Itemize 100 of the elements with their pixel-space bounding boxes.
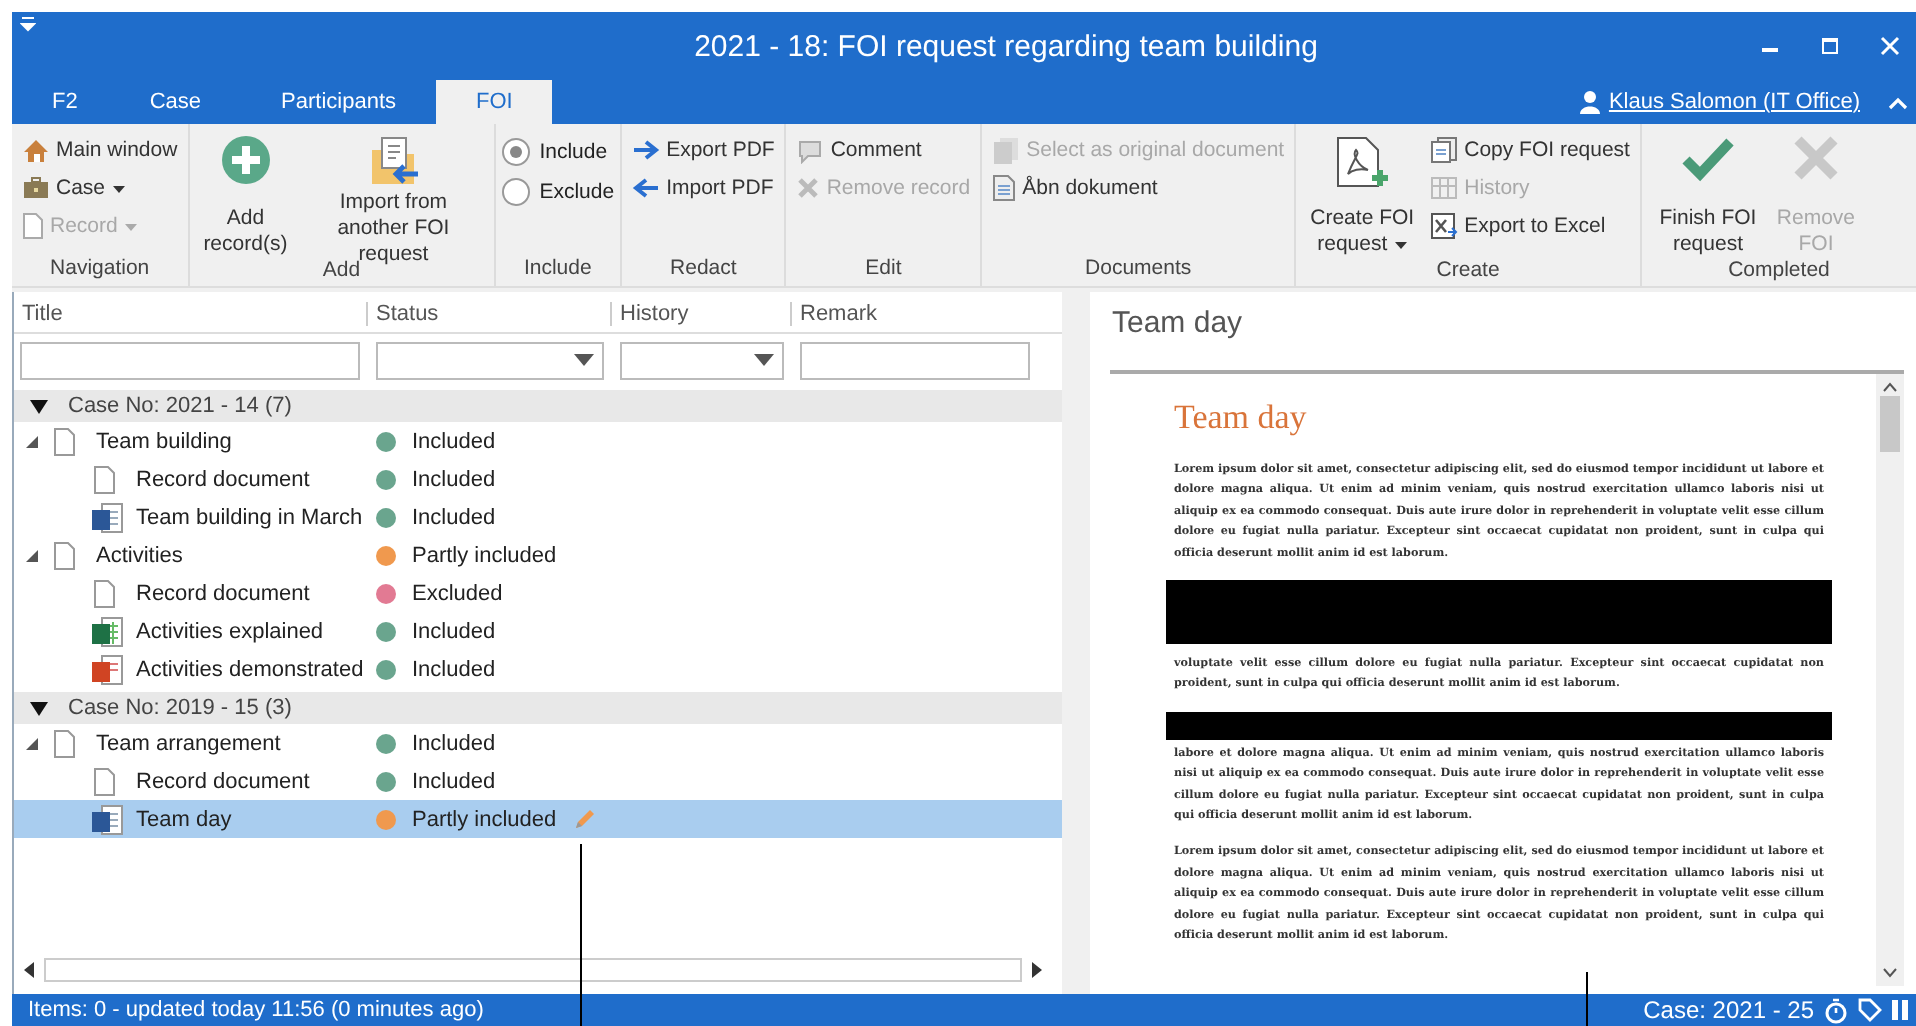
column-header[interactable]: Status [368,302,612,326]
row-title: Record document [136,581,310,605]
status-text: Included [412,505,496,529]
word-file-icon [92,803,124,835]
row-title: Team building in March [136,505,363,529]
ribbon-tab[interactable]: FOI [436,80,553,124]
status-text: Included [412,619,496,643]
document-icon [22,212,44,240]
filter-field[interactable] [20,341,360,379]
dropdown-arrow-icon [754,354,774,366]
spreadsheet-file-icon [92,615,124,647]
status-text: Included [412,429,496,453]
status-text: Included [412,769,496,793]
group-label: Documents [1083,256,1194,284]
group-label: Case No: 2019 - 15 (3) [68,696,292,720]
ribbon-tab[interactable]: Participants [241,80,437,124]
checkmark-icon [1681,134,1734,182]
close-icon[interactable] [1880,36,1900,56]
scroll-up-icon[interactable] [1882,382,1898,392]
horizontal-scrollbar[interactable] [20,958,1046,982]
radio-button[interactable]: Exclude [501,174,615,208]
ribbon-button[interactable]: Case [18,172,182,204]
case-number: Case: 2021 - 25 [1643,996,1814,1024]
group-label: Include [521,256,594,284]
row-title: Record document [136,769,310,793]
scroll-thumb[interactable] [1880,396,1900,452]
status-text: Excluded [412,581,503,605]
row-title: Team building [96,429,232,453]
row-title: Record document [136,467,310,491]
ribbon-button[interactable]: Add record(s) [195,134,296,258]
speech-bubble-icon [796,137,825,163]
leader-line [1586,972,1588,1026]
word-file-icon [92,501,124,533]
tag-icon[interactable] [1858,998,1882,1022]
stopwatch-icon[interactable] [1824,997,1848,1023]
ribbon-tab[interactable]: Case [109,80,242,124]
ribbon-button[interactable]: Finish FOI request [1647,134,1768,258]
house-icon [22,137,50,163]
ribbon-button[interactable]: Åbn dokument [988,172,1289,204]
group-label: Completed [1726,258,1832,286]
expanded-icon[interactable] [30,398,48,414]
filter-field[interactable] [800,341,1030,379]
window-title: 2021 - 18: FOI request regarding team building [692,29,1320,63]
row-title: Team arrangement [96,731,281,755]
ribbon-button[interactable]: Export to Excel [1426,210,1634,242]
ribbon-button[interactable]: Import PDF [628,172,779,204]
group-label: Case No: 2021 - 14 (7) [68,394,292,418]
user-icon [1580,90,1601,114]
vertical-scrollbar[interactable] [1876,374,1904,986]
add-icon [219,134,272,186]
group-label: Create [1434,258,1502,286]
maximize-icon[interactable] [1820,36,1840,56]
row-title: Activities explained [136,619,324,643]
expanded-icon[interactable] [26,737,38,749]
remove-icon [1791,134,1840,182]
presentation-file-icon [92,653,124,685]
column-header[interactable]: Title [14,302,368,326]
group-label: Redact [668,256,739,284]
scroll-left-icon[interactable] [20,960,40,980]
status-text: Included [412,657,496,681]
pause-icon[interactable] [1892,998,1908,1022]
status-text: Partly included [412,543,557,567]
status-text: Items: 0 - updated today 11:56 (0 minutes ago) [28,998,484,1022]
column-header[interactable]: History [612,302,792,326]
briefcase-icon [22,176,50,200]
ribbon-button[interactable]: Export PDF [628,134,779,166]
status-text: Included [412,467,496,491]
document-heading: Team day [1174,398,1309,438]
selected-row[interactable]: Team day Partly included [14,800,1062,838]
group-label: Navigation [48,256,152,284]
documents-icon [992,136,1021,164]
ribbon-tab[interactable]: F2 [12,80,110,124]
document-icon [992,174,1017,202]
group-label: Edit [863,256,904,284]
radio-button[interactable]: Include [501,134,615,168]
status-text: Included [412,731,496,755]
expanded-icon[interactable] [26,549,38,561]
arrow-right-icon [632,140,661,160]
row-title: Team day [136,807,232,831]
column-header[interactable]: Remark [792,302,1038,326]
status-text: Partly included [412,807,557,831]
ribbon-button[interactable]: Copy FOI request [1426,134,1634,166]
scroll-right-icon[interactable] [1026,960,1046,980]
quick-access-icon[interactable] [20,16,36,32]
expanded-icon[interactable] [30,700,48,716]
ribbon-button[interactable]: Main window [18,134,182,166]
preview-title: Team day [1110,304,1245,344]
collapse-ribbon-icon[interactable] [1888,95,1908,109]
group-header[interactable]: Case No: 2019 - 15 (3) [14,692,1062,724]
expanded-icon[interactable] [26,435,38,447]
row-title: Activities [96,543,183,567]
ribbon-button[interactable]: Comment [792,134,975,166]
copy-icon [1430,136,1459,164]
history-icon [1430,174,1459,202]
ribbon-button[interactable]: Create FOI request [1302,134,1423,258]
scroll-down-icon[interactable] [1882,968,1898,978]
user-link[interactable]: Klaus Salomon (IT Office) [1608,90,1860,114]
spreadsheet-export-icon [1430,212,1459,240]
remove-icon [796,176,821,200]
group-header[interactable]: Case No: 2021 - 14 (7) [14,390,1062,422]
